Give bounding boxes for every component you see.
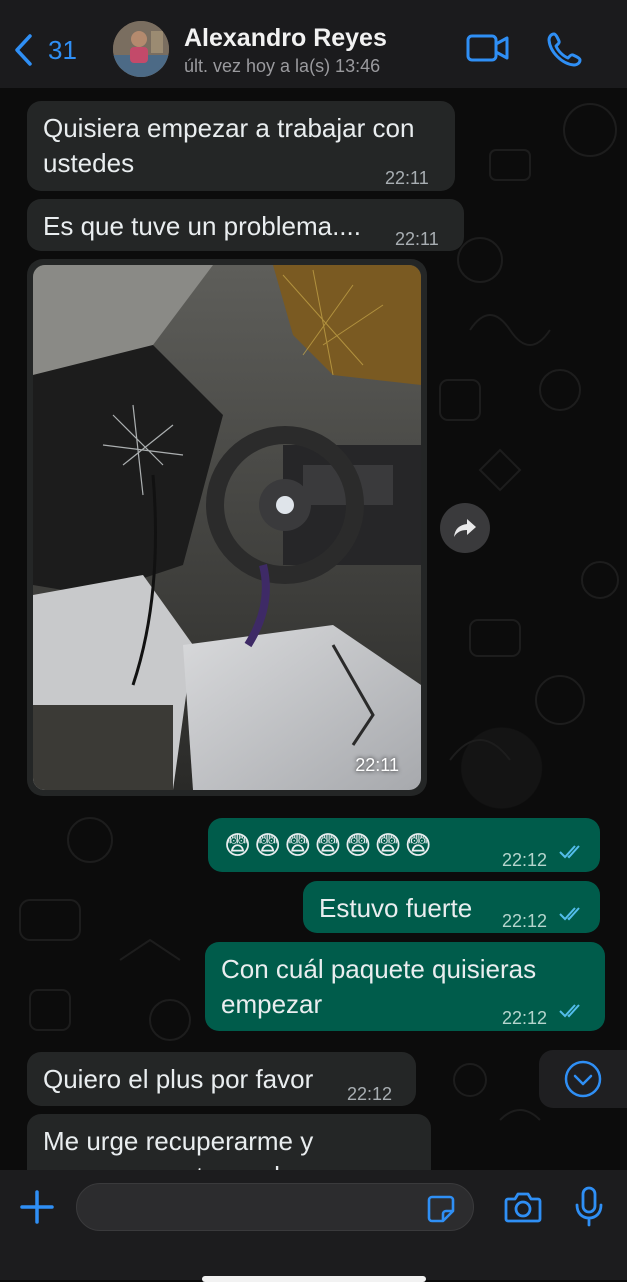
last-seen-status: últ. vez hoy a la(s) 13:46 <box>184 56 381 76</box>
message-time: 22:12 <box>347 1084 393 1104</box>
message-text: Es que tuve un problema.... <box>43 211 361 241</box>
message-time: 22:11 <box>395 229 439 249</box>
read-ticks-icon <box>559 845 580 859</box>
message-outgoing[interactable]: Estuvo fuerte 22:12 <box>303 881 600 933</box>
car-interior-photo <box>33 265 421 790</box>
forward-button[interactable] <box>440 503 490 553</box>
message-composer <box>0 1170 627 1280</box>
message-time: 22:11 <box>355 755 399 775</box>
message-input[interactable] <box>76 1183 474 1231</box>
message-incoming[interactable]: Quiero el plus por favor 22:12 <box>27 1052 416 1106</box>
message-outgoing[interactable]: Con cuál paquete quisieras empezar 22:12 <box>205 942 605 1031</box>
chevron-down-icon <box>564 1060 602 1098</box>
message-time: 22:12 <box>502 911 548 931</box>
message-text-line: ustedes <box>43 148 135 178</box>
microphone-icon[interactable] <box>574 1186 604 1228</box>
message-time: 22:12 <box>502 1008 548 1028</box>
video-camera-icon[interactable] <box>466 30 510 66</box>
message-outgoing[interactable]: 😨😨😨😨😨😨😨 22:12 <box>208 818 600 872</box>
phone-icon[interactable] <box>546 30 584 68</box>
home-indicator <box>202 1276 426 1282</box>
message-text-line: Me urge recuperarme y <box>43 1126 314 1156</box>
forward-icon <box>454 519 476 537</box>
photo-message[interactable]: 22:11 <box>27 259 427 796</box>
message-text-line: Quisiera empezar a trabajar con <box>43 113 415 143</box>
camera-icon[interactable] <box>504 1190 542 1224</box>
unread-count: 31 <box>48 34 77 65</box>
chat-header: 31 Alexandro Reyes últ. vez hoy a la(s) … <box>0 0 627 88</box>
read-ticks-icon <box>559 907 580 921</box>
avatar[interactable] <box>113 21 169 77</box>
photo-image[interactable]: 22:11 <box>33 265 421 790</box>
message-text-line: Con cuál paquete quisieras <box>221 954 537 984</box>
avatar-image <box>113 21 169 77</box>
message-incoming[interactable]: Quisiera empezar a trabajar con ustedes … <box>27 101 455 191</box>
sticker-icon[interactable] <box>426 1194 456 1224</box>
contact-name[interactable]: Alexandro Reyes <box>184 24 387 53</box>
message-incoming[interactable]: Es que tuve un problema.... 22:11 <box>27 199 464 251</box>
chevron-left-icon <box>15 34 32 66</box>
scroll-to-bottom-button[interactable] <box>539 1050 627 1108</box>
message-time: 22:12 <box>502 850 548 870</box>
plus-icon[interactable] <box>18 1188 56 1226</box>
back-button[interactable]: 31 <box>12 30 77 70</box>
message-time: 22:11 <box>385 168 429 188</box>
read-ticks-icon <box>559 1004 580 1018</box>
